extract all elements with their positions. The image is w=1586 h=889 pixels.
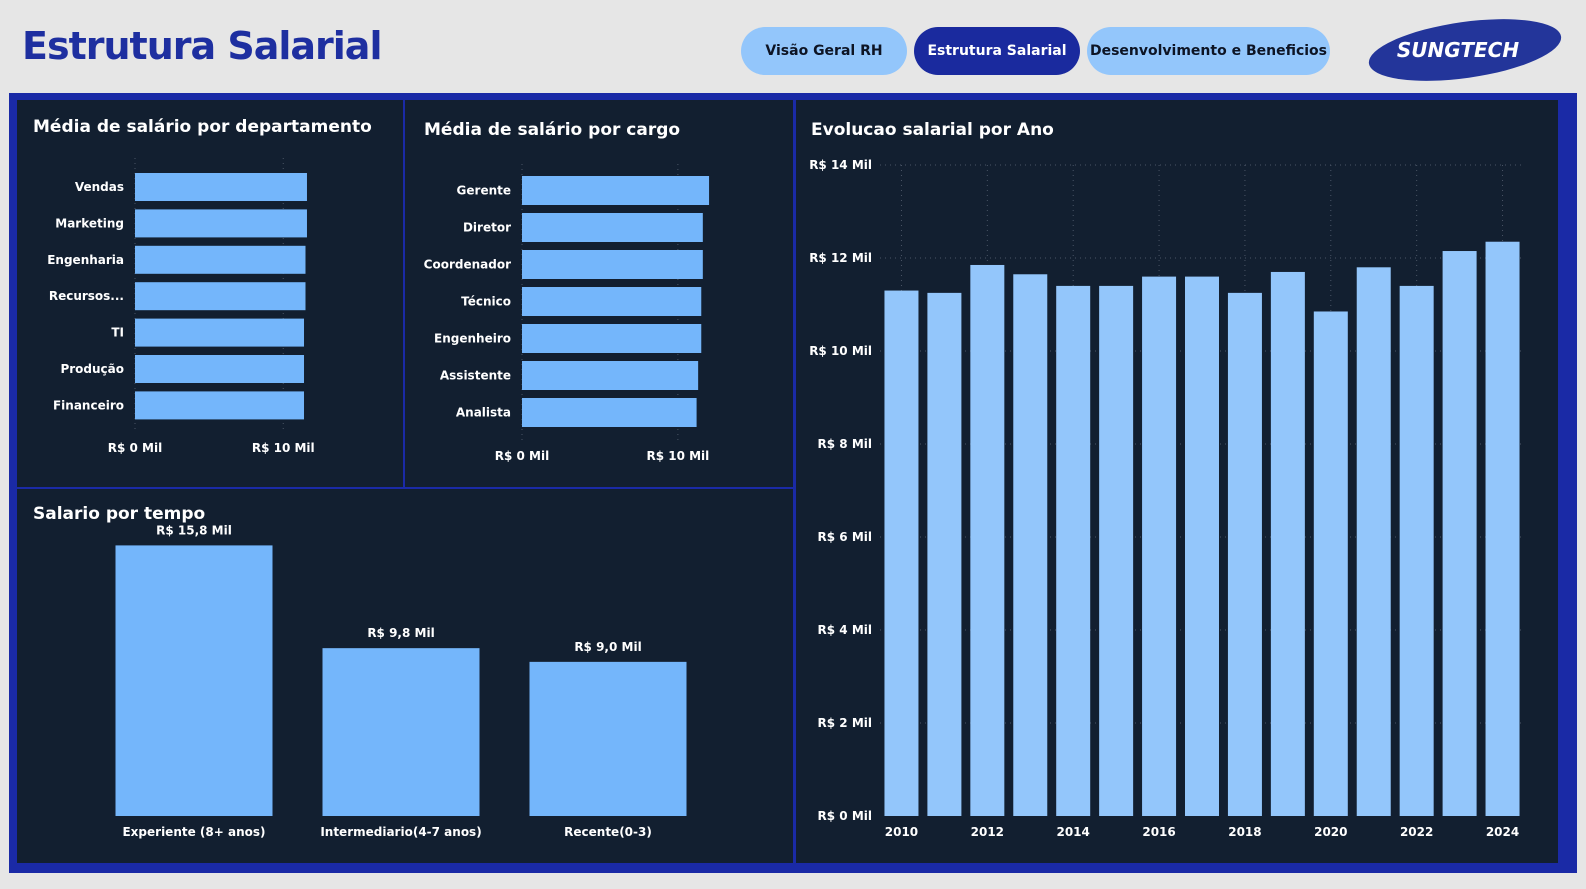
tab-label: Estrutura Salarial [927,43,1067,59]
tab-visao-geral-rh[interactable]: Visão Geral RH [741,27,907,75]
x-tick-label: 2010 [885,825,918,839]
bar [1356,267,1391,816]
y-tick-label: R$ 8 Mil [818,437,872,451]
tab-label: Desenvolvimento e Beneficios [1089,43,1328,59]
category-label: Diretor [463,221,511,235]
x-tick-label: R$ 0 Mil [495,449,549,463]
bar [1142,276,1177,817]
y-tick-label: R$ 6 Mil [818,530,872,544]
category-label: Analista [456,406,511,420]
x-tick-label: R$ 0 Mil [108,441,162,455]
y-tick-label: R$ 4 Mil [818,623,872,637]
tab-estrutura-salarial[interactable]: Estrutura Salarial [914,27,1080,75]
category-label: Financeiro [53,398,124,412]
chart-dept: R$ 0 Mil R$ 10 Mil Vendas Marketing Engenhar… [47,158,315,455]
logo-text: SUNGTECH [1397,38,1519,62]
bar [135,245,306,274]
y-tick-label: R$ 14 Mil [809,158,872,172]
y-tick-label: R$ 10 Mil [809,344,872,358]
bar [522,250,703,279]
category-label: Recursos... [49,289,124,303]
bar [884,290,919,816]
bar [1227,292,1262,816]
x-tick-label: R$ 10 Mil [646,449,709,463]
tab-desenvolvimento-beneficios[interactable]: Desenvolvimento e Beneficios [1087,27,1330,75]
category-label: Gerente [457,184,511,198]
bar [322,648,480,816]
bar [1185,276,1219,817]
x-tick-label: 2016 [1142,825,1175,839]
y-tick-label: R$ 12 Mil [809,251,872,265]
bar [522,287,702,316]
category-label: Produção [60,362,124,376]
category-label: Experiente (8+ anos) [122,825,265,839]
chart-cargo: R$ 0 Mil R$ 10 Mil Gerente Diretor Coordenad… [424,164,710,463]
category-label: Engenharia [47,253,124,267]
bar [1485,241,1520,817]
bar [135,282,306,311]
chart-ano: R$ 0 Mil R$ 2 Mil R$ 4 Mil R$ 6 Mil R$ 8 Mil… [809,158,1524,839]
bar [135,391,305,420]
panel-dept: Média de salário por departamento R$ 0 M… [17,100,403,487]
x-tick-label: 2020 [1314,825,1347,839]
bar [522,361,699,390]
x-tick-label: 2022 [1400,825,1433,839]
bar [135,355,305,383]
bar [522,213,703,242]
bar [115,545,273,816]
bar [1013,274,1048,816]
data-label: R$ 15,8 Mil [156,523,232,537]
category-label: Assistente [440,369,511,383]
data-label: R$ 9,8 Mil [367,626,434,640]
data-label: R$ 9,0 Mil [574,640,641,654]
x-tick-label: R$ 10 Mil [252,441,315,455]
bar [135,318,305,347]
page-title: Estrutura Salarial [22,24,382,68]
bar [1056,285,1091,816]
panel-ano: Evolucao salarial por Ano R$ 0 Mil R$ 2 M… [796,100,1558,863]
tab-label: Visão Geral RH [765,43,883,59]
bar [1399,285,1434,816]
bar [522,176,710,205]
bar [135,173,307,201]
bar [1270,271,1305,816]
bar [1313,311,1348,816]
category-label: Recente(0-3) [564,825,652,839]
x-tick-label: 2018 [1228,825,1261,839]
category-label: Vendas [75,180,124,194]
bar [1099,285,1134,816]
bar [135,209,307,238]
panel-tempo: Salario por tempo R$ 15,8 Mil Experiente … [17,489,793,863]
bar [927,292,962,816]
category-label: Técnico [461,295,511,309]
x-tick-label: 2014 [1056,825,1089,839]
bar [529,661,687,816]
category-label: Intermediario(4-7 anos) [320,825,481,839]
bar [1442,251,1477,816]
category-label: Marketing [55,216,124,230]
chart-tempo: R$ 15,8 Mil Experiente (8+ anos) R$ 9,8 Mi… [115,523,687,839]
y-tick-label: R$ 0 Mil [818,809,872,823]
y-tick-label: R$ 2 Mil [818,716,872,730]
x-tick-label: 2024 [1486,825,1519,839]
category-label: TI [111,326,124,340]
category-label: Engenheiro [434,332,511,346]
x-tick-label: 2012 [971,825,1004,839]
panel-cargo: Média de salário por cargo R$ 0 Mil R$ 10… [405,100,793,487]
sungtech-logo: SUNGTECH [1368,19,1562,81]
bar [522,398,697,427]
category-label: Coordenador [424,258,511,272]
bar [522,324,702,353]
bar [970,264,1005,817]
